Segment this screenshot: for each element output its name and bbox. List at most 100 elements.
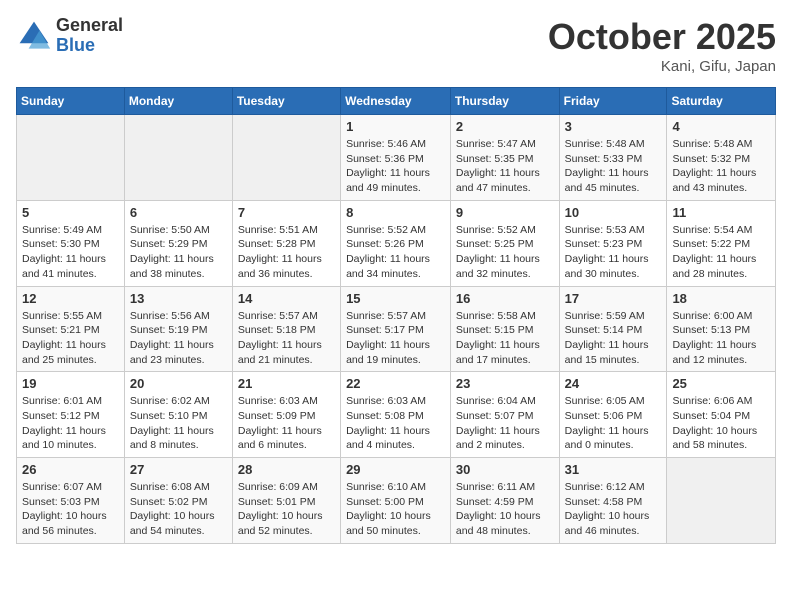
calendar-cell: 5Sunrise: 5:49 AM Sunset: 5:30 PM Daylig… — [17, 200, 125, 286]
calendar-cell: 2 Sunrise: 5:47 AM Sunset: 5:35 PM Daylig… — [450, 115, 559, 201]
day-number: 29 — [346, 462, 445, 477]
day-number: 20 — [130, 376, 227, 391]
calendar-cell: 7 Sunrise: 5:51 AM Sunset: 5:28 PM Daylig… — [232, 200, 340, 286]
calendar-cell: 25Sunrise: 6:06 AM Sunset: 5:04 PM Dayli… — [667, 372, 776, 458]
calendar-cell: 15 Sunrise: 5:57 AM Sunset: 5:17 PM Dayli… — [341, 286, 451, 372]
day-number: 30 — [456, 462, 554, 477]
day-number: 9 — [456, 205, 554, 220]
day-number: 26 — [22, 462, 119, 477]
calendar-cell: 4 Sunrise: 5:48 AM Sunset: 5:32 PM Daylig… — [667, 115, 776, 201]
calendar-cell: 24 Sunrise: 6:05 AM Sunset: 5:06 PM Dayli… — [559, 372, 667, 458]
calendar-cell: 20 Sunrise: 6:02 AM Sunset: 5:10 PM Dayli… — [124, 372, 232, 458]
calendar-cell: 8 Sunrise: 5:52 AM Sunset: 5:26 PM Daylig… — [341, 200, 451, 286]
day-number: 27 — [130, 462, 227, 477]
day-number: 3 — [565, 119, 662, 134]
day-number: 15 — [346, 291, 445, 306]
day-number: 19 — [22, 376, 119, 391]
day-number: 17 — [565, 291, 662, 306]
day-info: Sunrise: 6:07 AM Sunset: 5:03 PM Dayligh… — [22, 480, 119, 539]
calendar-cell: 21Sunrise: 6:03 AM Sunset: 5:09 PM Dayli… — [232, 372, 340, 458]
day-number: 6 — [130, 205, 227, 220]
calendar-cell: 29 Sunrise: 6:10 AM Sunset: 5:00 PM Dayli… — [341, 458, 451, 544]
page-header: General Blue October 2025 Kani, Gifu, Ja… — [16, 16, 776, 75]
calendar-cell: 6 Sunrise: 5:50 AM Sunset: 5:29 PM Daylig… — [124, 200, 232, 286]
calendar-cell: 17Sunrise: 5:59 AM Sunset: 5:14 PM Dayli… — [559, 286, 667, 372]
day-info: Sunrise: 5:47 AM Sunset: 5:35 PM Dayligh… — [456, 137, 554, 196]
calendar-cell: 3 Sunrise: 5:48 AM Sunset: 5:33 PM Daylig… — [559, 115, 667, 201]
day-number: 7 — [238, 205, 335, 220]
calendar-cell — [667, 458, 776, 544]
day-number: 12 — [22, 291, 119, 306]
week-row-4: 19 Sunrise: 6:01 AM Sunset: 5:12 PM Dayli… — [17, 372, 776, 458]
weekday-header-friday: Friday — [559, 88, 667, 115]
day-info: Sunrise: 5:57 AM Sunset: 5:17 PM Dayligh… — [346, 309, 445, 368]
day-number: 22 — [346, 376, 445, 391]
day-info: Sunrise: 6:04 AM Sunset: 5:07 PM Dayligh… — [456, 394, 554, 453]
location-label: Kani, Gifu, Japan — [548, 58, 776, 75]
day-info: Sunrise: 5:53 AM Sunset: 5:23 PM Dayligh… — [565, 223, 662, 282]
calendar-cell: 22 Sunrise: 6:03 AM Sunset: 5:08 PM Dayli… — [341, 372, 451, 458]
day-number: 28 — [238, 462, 335, 477]
calendar-cell — [124, 115, 232, 201]
day-info: Sunrise: 6:03 AM Sunset: 5:09 PM Dayligh… — [238, 394, 335, 453]
month-title: October 2025 — [548, 16, 776, 58]
calendar-cell: 18 Sunrise: 6:00 AM Sunset: 5:13 PM Dayli… — [667, 286, 776, 372]
calendar-cell: 10Sunrise: 5:53 AM Sunset: 5:23 PM Dayli… — [559, 200, 667, 286]
weekday-header-tuesday: Tuesday — [232, 88, 340, 115]
weekday-header-saturday: Saturday — [667, 88, 776, 115]
day-number: 16 — [456, 291, 554, 306]
calendar-cell: 26 Sunrise: 6:07 AM Sunset: 5:03 PM Dayli… — [17, 458, 125, 544]
week-row-2: 5Sunrise: 5:49 AM Sunset: 5:30 PM Daylig… — [17, 200, 776, 286]
day-number: 14 — [238, 291, 335, 306]
day-info: Sunrise: 6:09 AM Sunset: 5:01 PM Dayligh… — [238, 480, 335, 539]
calendar-cell: 11 Sunrise: 5:54 AM Sunset: 5:22 PM Dayli… — [667, 200, 776, 286]
day-info: Sunrise: 5:50 AM Sunset: 5:29 PM Dayligh… — [130, 223, 227, 282]
day-number: 5 — [22, 205, 119, 220]
day-info: Sunrise: 6:05 AM Sunset: 5:06 PM Dayligh… — [565, 394, 662, 453]
day-info: Sunrise: 5:52 AM Sunset: 5:26 PM Dayligh… — [346, 223, 445, 282]
day-info: Sunrise: 6:01 AM Sunset: 5:12 PM Dayligh… — [22, 394, 119, 453]
day-info: Sunrise: 5:48 AM Sunset: 5:32 PM Dayligh… — [672, 137, 770, 196]
day-info: Sunrise: 5:48 AM Sunset: 5:33 PM Dayligh… — [565, 137, 662, 196]
day-info: Sunrise: 6:08 AM Sunset: 5:02 PM Dayligh… — [130, 480, 227, 539]
day-number: 11 — [672, 205, 770, 220]
calendar-cell — [232, 115, 340, 201]
day-number: 24 — [565, 376, 662, 391]
day-info: Sunrise: 6:00 AM Sunset: 5:13 PM Dayligh… — [672, 309, 770, 368]
calendar-cell: 16 Sunrise: 5:58 AM Sunset: 5:15 PM Dayli… — [450, 286, 559, 372]
week-row-5: 26 Sunrise: 6:07 AM Sunset: 5:03 PM Dayli… — [17, 458, 776, 544]
weekday-header-row: SundayMondayTuesdayWednesdayThursdayFrid… — [17, 88, 776, 115]
calendar-cell: 1Sunrise: 5:46 AM Sunset: 5:36 PM Daylig… — [341, 115, 451, 201]
logo-blue-label: Blue — [56, 36, 123, 56]
calendar-cell: 13 Sunrise: 5:56 AM Sunset: 5:19 PM Dayli… — [124, 286, 232, 372]
weekday-header-thursday: Thursday — [450, 88, 559, 115]
calendar-cell: 31Sunrise: 6:12 AM Sunset: 4:58 PM Dayli… — [559, 458, 667, 544]
calendar-cell: 27 Sunrise: 6:08 AM Sunset: 5:02 PM Dayli… — [124, 458, 232, 544]
calendar-table: SundayMondayTuesdayWednesdayThursdayFrid… — [16, 87, 776, 544]
day-number: 13 — [130, 291, 227, 306]
calendar-cell: 12Sunrise: 5:55 AM Sunset: 5:21 PM Dayli… — [17, 286, 125, 372]
day-number: 31 — [565, 462, 662, 477]
day-info: Sunrise: 5:56 AM Sunset: 5:19 PM Dayligh… — [130, 309, 227, 368]
calendar-cell: 19 Sunrise: 6:01 AM Sunset: 5:12 PM Dayli… — [17, 372, 125, 458]
week-row-3: 12Sunrise: 5:55 AM Sunset: 5:21 PM Dayli… — [17, 286, 776, 372]
day-info: Sunrise: 5:54 AM Sunset: 5:22 PM Dayligh… — [672, 223, 770, 282]
day-number: 2 — [456, 119, 554, 134]
day-number: 8 — [346, 205, 445, 220]
day-info: Sunrise: 5:52 AM Sunset: 5:25 PM Dayligh… — [456, 223, 554, 282]
calendar-cell: 23Sunrise: 6:04 AM Sunset: 5:07 PM Dayli… — [450, 372, 559, 458]
day-info: Sunrise: 6:10 AM Sunset: 5:00 PM Dayligh… — [346, 480, 445, 539]
logo-icon — [16, 18, 52, 54]
day-number: 1 — [346, 119, 445, 134]
day-info: Sunrise: 5:51 AM Sunset: 5:28 PM Dayligh… — [238, 223, 335, 282]
weekday-header-wednesday: Wednesday — [341, 88, 451, 115]
day-info: Sunrise: 6:03 AM Sunset: 5:08 PM Dayligh… — [346, 394, 445, 453]
calendar-cell: 28 Sunrise: 6:09 AM Sunset: 5:01 PM Dayli… — [232, 458, 340, 544]
title-block: October 2025 Kani, Gifu, Japan — [548, 16, 776, 75]
day-info: Sunrise: 5:57 AM Sunset: 5:18 PM Dayligh… — [238, 309, 335, 368]
day-info: Sunrise: 6:02 AM Sunset: 5:10 PM Dayligh… — [130, 394, 227, 453]
day-number: 4 — [672, 119, 770, 134]
weekday-header-monday: Monday — [124, 88, 232, 115]
day-number: 18 — [672, 291, 770, 306]
day-info: Sunrise: 5:58 AM Sunset: 5:15 PM Dayligh… — [456, 309, 554, 368]
